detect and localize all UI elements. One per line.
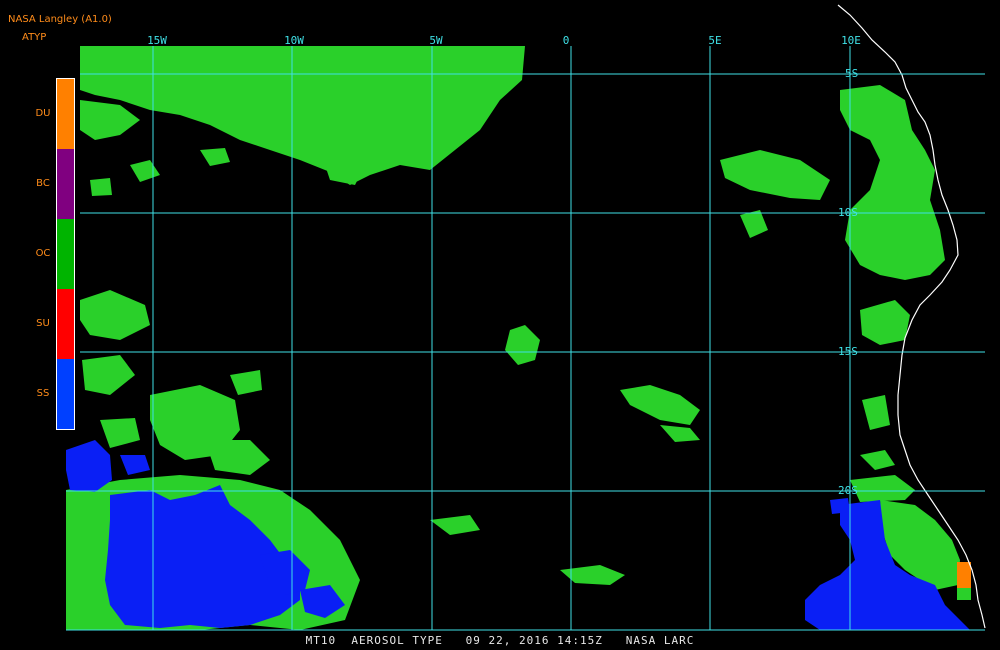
lat-label-15s: 15S [838, 345, 858, 358]
lon-label-10e: 10E [841, 34, 861, 47]
oc-coastal-cell [957, 588, 971, 600]
lon-label-15w: 15W [147, 34, 167, 47]
footer-caption: MT10 AEROSOL TYPE 09 22, 2016 14:15Z NAS… [305, 634, 695, 647]
lon-label-0: 0 [563, 34, 570, 47]
lon-label-5e: 5E [708, 34, 721, 47]
du-regions [957, 562, 971, 588]
lat-label-20s: 20S [838, 484, 858, 497]
lat-label-5s: 5S [845, 67, 858, 80]
lon-label-10w: 10W [284, 34, 304, 47]
ss-regions [66, 440, 970, 630]
lon-label-5w: 5W [429, 34, 443, 47]
map-view[interactable]: 15W 10W 5W 0 5E 10E 5S 10S 15S 20S [0, 0, 1000, 650]
lat-label-10s: 10S [838, 206, 858, 219]
